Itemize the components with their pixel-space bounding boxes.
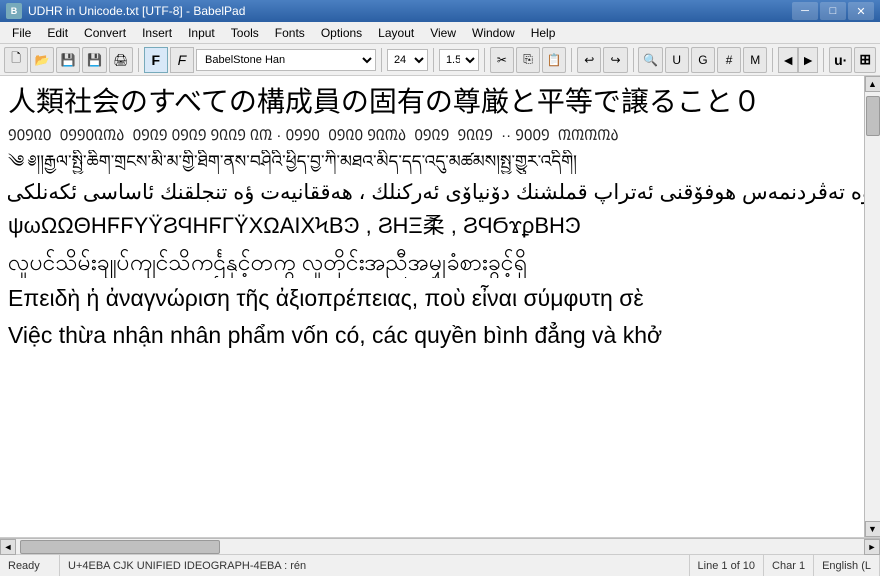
separator-1 <box>138 48 139 72</box>
separator-5 <box>571 48 572 72</box>
menu-tools[interactable]: Tools <box>223 22 267 44</box>
app-icon: B <box>6 3 22 19</box>
new-button[interactable]: 🗋 <box>4 47 28 73</box>
line-text: Line 1 of 10 <box>698 560 756 572</box>
window-controls: ─ □ ✕ <box>792 2 874 20</box>
text-line-2: ᠑᠐᠑᠒᠐ ᠐᠑᠑᠐᠒᠓᠔ ᠐᠑᠒᠑ ᠐᠑᠒᠑ ᠑᠒᠒᠑ ᠒᠓ · ᠐᠑᠑᠐ ᠐… <box>8 125 872 146</box>
font-selector[interactable]: BabelStone Han <box>196 49 376 71</box>
special-u-button[interactable]: u· <box>829 47 852 73</box>
close-button[interactable]: ✕ <box>848 2 874 20</box>
menu-bar: File Edit Convert Insert Input Tools Fon… <box>0 22 880 44</box>
text-line-1: 人類社会のすべての構成員の固有の尊厳と平等で譲ること０ <box>8 82 872 121</box>
bold-button[interactable]: F <box>144 47 168 73</box>
menu-window[interactable]: Window <box>464 22 523 44</box>
italic-button[interactable]: F <box>170 47 194 73</box>
menu-file[interactable]: File <box>4 22 39 44</box>
status-line: Line 1 of 10 <box>690 555 765 576</box>
font-size-selector[interactable]: 24 8101214161820222832364872 <box>387 49 428 71</box>
print-button[interactable]: 🖨 <box>109 47 133 73</box>
text-line-6: လူပင်သိမ်းချုပ်ကျင်သိကင်္ဌနှင့်တကွ လူတို… <box>8 246 872 278</box>
unicode-btn[interactable]: U <box>665 47 689 73</box>
glyph-btn[interactable]: G <box>691 47 715 73</box>
separator-7 <box>772 48 773 72</box>
window-title: UDHR in Unicode.txt [UTF-8] - BabelPad <box>28 4 245 18</box>
title-bar: B UDHR in Unicode.txt [UTF-8] - BabelPad… <box>0 0 880 22</box>
menu-edit[interactable]: Edit <box>39 22 76 44</box>
menu-view[interactable]: View <box>422 22 464 44</box>
line-spacing-selector[interactable]: 1.5 1.01.22.0 <box>439 49 479 71</box>
toolbar: 🗋 📂 💾 💾 🖨 F F BabelStone Han 24 81012141… <box>0 44 880 76</box>
status-position: U+4EBA CJK UNIFIED IDEOGRAPH-4EBA : rén <box>60 555 690 576</box>
text-line-4: ؤه تەڤردنمەس هوفۆقنی ئەتراپ قملشنك دۆنیا… <box>8 178 872 207</box>
status-char: Char 1 <box>764 555 814 576</box>
status-ready: Ready <box>0 555 60 576</box>
menu-insert[interactable]: Insert <box>134 22 180 44</box>
find-button[interactable]: 🔍 <box>638 47 662 73</box>
save-as-button[interactable]: 💾 <box>82 47 106 73</box>
nav-left-button[interactable]: ◄ <box>778 47 798 73</box>
language-text: English (L <box>822 560 871 572</box>
minimize-button[interactable]: ─ <box>792 2 818 20</box>
cut-button[interactable]: ✂ <box>490 47 514 73</box>
position-text: U+4EBA CJK UNIFIED IDEOGRAPH-4EBA : rén <box>68 560 306 572</box>
metrics-btn[interactable]: M <box>743 47 767 73</box>
separator-6 <box>633 48 634 72</box>
text-area[interactable]: 人類社会のすべての構成員の固有の尊厳と平等で譲ること０ ᠑᠐᠑᠒᠐ ᠐᠑᠑᠐᠒᠓… <box>0 76 880 538</box>
menu-options[interactable]: Options <box>313 22 370 44</box>
paste-button[interactable]: 📋 <box>542 47 566 73</box>
separator-4 <box>484 48 485 72</box>
h-scroll-right-arrow[interactable]: ► <box>864 539 880 555</box>
text-line-7: Επειδὴ ἡ ἀναγνώριση τῆς ἀξιοπρέπειας, πο… <box>8 282 872 314</box>
num-btn[interactable]: # <box>717 47 741 73</box>
separator-8 <box>823 48 824 72</box>
menu-layout[interactable]: Layout <box>370 22 422 44</box>
menu-input[interactable]: Input <box>180 22 223 44</box>
undo-button[interactable]: ↩ <box>577 47 601 73</box>
scroll-down-arrow[interactable]: ▼ <box>865 521 880 537</box>
ready-text: Ready <box>8 560 40 572</box>
char-text: Char 1 <box>772 560 805 572</box>
scroll-thumb[interactable] <box>866 96 880 136</box>
redo-button[interactable]: ↪ <box>603 47 627 73</box>
h-scroll-thumb[interactable] <box>20 540 220 554</box>
status-language: English (L <box>814 555 880 576</box>
text-content: 人類社会のすべての構成員の固有の尊厳と平等で譲ること０ ᠑᠐᠑᠒᠐ ᠐᠑᠑᠐᠒᠓… <box>0 76 880 537</box>
status-bar: Ready U+4EBA CJK UNIFIED IDEOGRAPH-4EBA … <box>0 554 880 576</box>
copy-button[interactable]: ⎘ <box>516 47 540 73</box>
nav-right-button[interactable]: ► <box>798 47 818 73</box>
open-button[interactable]: 📂 <box>30 47 54 73</box>
menu-convert[interactable]: Convert <box>76 22 134 44</box>
text-line-5: ψωΩΩΘΗϜϜΥΫϨϤΗϜΓΫΧΩΑΙΧϞΒϿ , ϨΗΞ柔 , ϨϤϬϫϼΒ… <box>8 211 872 242</box>
h-scroll-left-arrow[interactable]: ◄ <box>0 539 16 555</box>
main-content: 人類社会のすべての構成員の固有の尊厳と平等で譲ること０ ᠑᠐᠑᠒᠐ ᠐᠑᠑᠐᠒᠓… <box>0 76 880 538</box>
separator-3 <box>433 48 434 72</box>
text-line-3: ༄ ༅།།རྒྱལ་སྤྱི་ཆིག་གྲངས་མི་མ་གྱི་ཐིག་ནས་… <box>8 150 872 174</box>
scroll-up-arrow[interactable]: ▲ <box>865 76 880 92</box>
menu-help[interactable]: Help <box>523 22 564 44</box>
maximize-button[interactable]: □ <box>820 2 846 20</box>
text-line-8: Việc thừa nhận nhân phẩm vốn có, các quy… <box>8 319 872 351</box>
special-hash-button[interactable]: ⊞ <box>854 47 876 73</box>
vertical-scrollbar[interactable]: ▲ ▼ <box>864 76 880 537</box>
menu-fonts[interactable]: Fonts <box>267 22 313 44</box>
horizontal-scrollbar[interactable]: ◄ ► <box>0 538 880 554</box>
nav-arrows: ◄ ► <box>778 47 818 73</box>
save-button[interactable]: 💾 <box>56 47 80 73</box>
separator-2 <box>381 48 382 72</box>
